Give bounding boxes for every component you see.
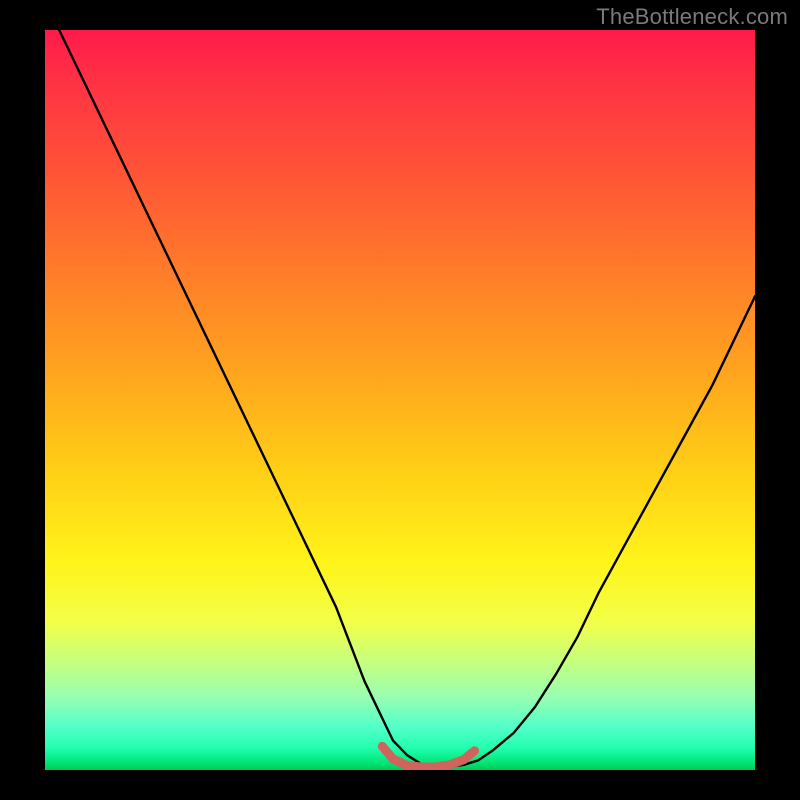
chart-frame: TheBottleneck.com [0, 0, 800, 800]
plot-area [45, 30, 755, 770]
watermark-text: TheBottleneck.com [596, 4, 788, 30]
accent-layer [45, 30, 755, 770]
trough-accent-line [382, 746, 474, 767]
